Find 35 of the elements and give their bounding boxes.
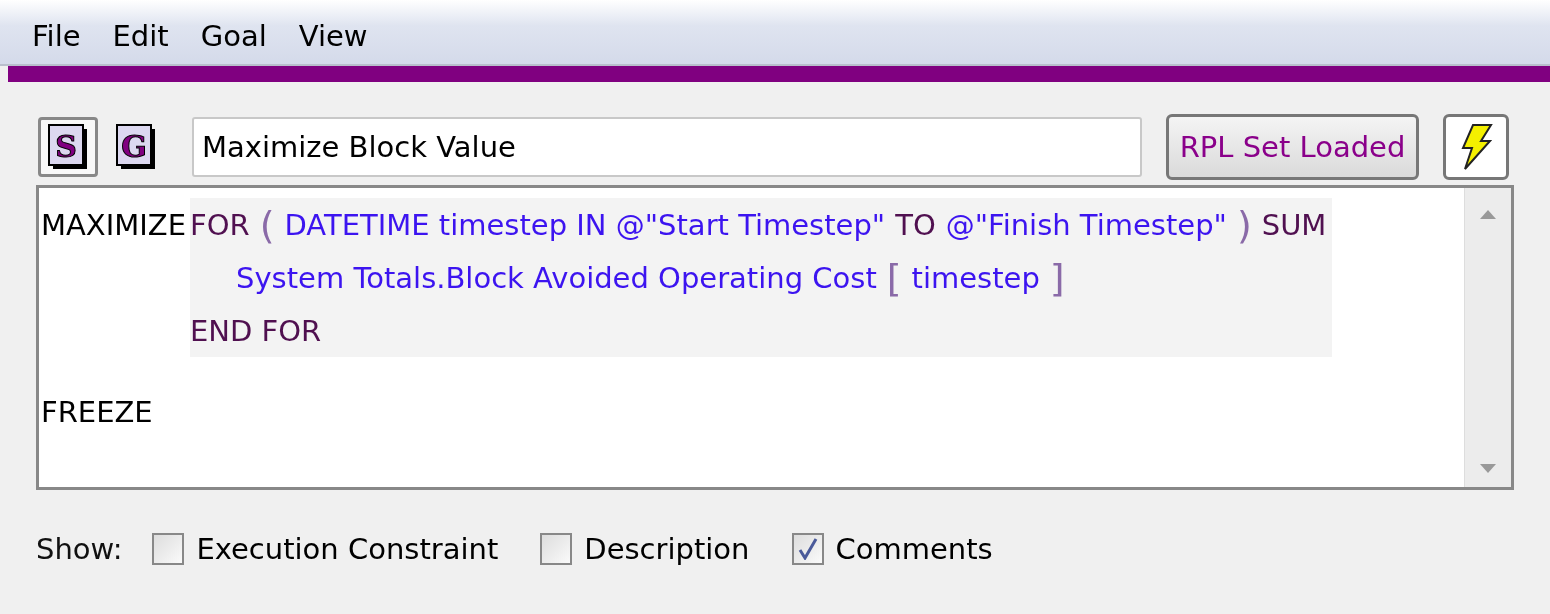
code-token: timestep (911, 260, 1040, 295)
checkbox-label: Comments (835, 532, 993, 566)
code-token: ) (1236, 204, 1252, 245)
show-label: Show: (36, 532, 123, 566)
menu-item[interactable]: Goal (184, 19, 283, 53)
menu-item[interactable]: View (282, 19, 384, 53)
lightning-icon (1459, 124, 1493, 170)
code-token: END FOR (190, 313, 322, 348)
code-token: @"Finish Timestep" (945, 207, 1227, 242)
checkbox[interactable] (791, 533, 824, 565)
code-token: FOR (190, 207, 250, 242)
code-keyword: MAXIMIZE (41, 207, 187, 244)
code-token: ] (1049, 257, 1065, 298)
scrollbar[interactable] (1464, 188, 1511, 487)
toggle-button[interactable]: G (106, 117, 166, 177)
status-button[interactable]: RPL Set Loaded (1166, 114, 1419, 180)
toggle-button[interactable]: S (38, 117, 98, 177)
scroll-down-icon[interactable] (1480, 464, 1496, 473)
code-keyword: FREEZE (41, 394, 153, 431)
title-field[interactable]: Maximize Block Value (192, 117, 1142, 177)
checkbox-label: Execution Constraint (196, 532, 499, 566)
code-token: ( (259, 204, 275, 245)
code-token: [ (886, 257, 902, 298)
checkbox-label: Description (584, 532, 750, 566)
code-token: TO (895, 207, 936, 242)
menu-item[interactable]: Edit (96, 19, 185, 53)
checkbox[interactable] (152, 533, 185, 565)
code-token: SUM (1261, 207, 1327, 242)
code-token: DATETIME timestep IN @"Start Timestep" (284, 207, 886, 242)
menu-item[interactable]: File (16, 19, 97, 53)
code-token: System Totals.Block Avoided Operating Cost (236, 260, 877, 295)
code-editor[interactable]: MAXIMIZE FOR ( DATETIME timestep IN @"Start Timestep" TO @"Finish Timestep" ) SUM System Totals.Block Avoided Operating Cost [ timestep ] END FOR FREEZE (36, 185, 1514, 490)
checkbox[interactable] (540, 533, 573, 565)
scroll-up-icon[interactable] (1480, 210, 1496, 219)
run-button[interactable] (1443, 114, 1509, 180)
